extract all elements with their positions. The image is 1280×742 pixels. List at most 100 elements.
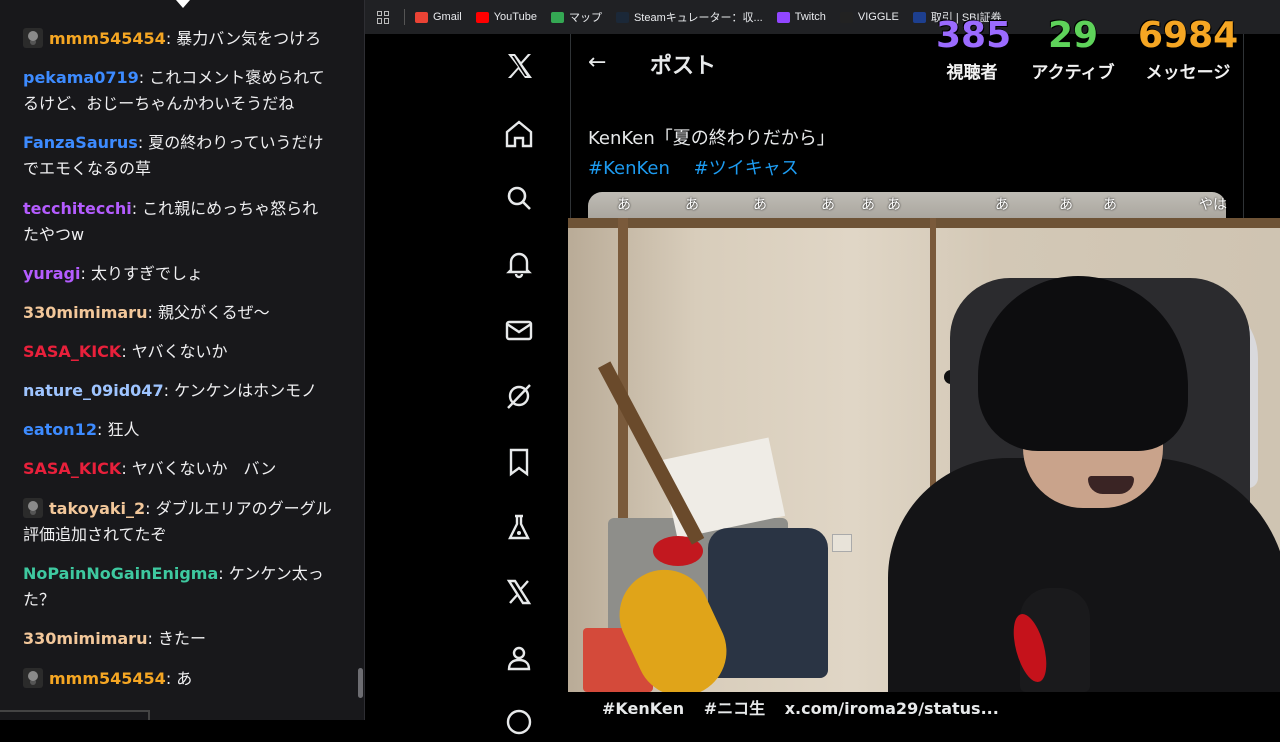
active-stat: 29 アクティブ — [1024, 14, 1122, 83]
x-sidebar-nav — [365, 34, 571, 735]
hashtag-link[interactable]: #ツイキャス — [694, 158, 799, 179]
notifications-bell-icon[interactable] — [503, 248, 535, 280]
bookmark-label: YouTube — [493, 11, 537, 23]
user-badge-icon[interactable] — [23, 28, 43, 48]
bookmark-item[interactable]: マップ — [550, 9, 602, 25]
chat-username[interactable]: nature_09id047 — [23, 381, 164, 400]
chat-separator: : — [121, 342, 132, 361]
search-icon[interactable] — [503, 182, 535, 214]
chat-message: eaton12: 狂人 — [23, 417, 333, 443]
chat-separator: : — [147, 629, 158, 648]
messages-mail-icon[interactable] — [503, 314, 535, 346]
chat-message: mmm545454: あ — [23, 666, 333, 692]
chat-dropdown-caret-icon[interactable] — [176, 0, 190, 8]
viggle-icon — [839, 11, 853, 23]
chat-username[interactable]: 330mimimaru — [23, 303, 147, 322]
chat-separator: : — [137, 133, 149, 152]
chat-username[interactable]: pekama0719 — [23, 68, 139, 87]
chat-username[interactable]: mmm545454 — [49, 29, 166, 48]
danmaku-comment: やは — [1199, 197, 1227, 213]
jobs-flask-icon[interactable] — [503, 512, 535, 544]
more-icon[interactable] — [503, 706, 535, 738]
user-badge-icon[interactable] — [23, 668, 43, 688]
chat-username[interactable]: mmm545454 — [49, 669, 166, 688]
chat-username[interactable]: yuragi — [23, 264, 80, 283]
chat-separator: : — [165, 669, 177, 688]
chat-text: 狂人 — [107, 420, 140, 439]
back-arrow-icon[interactable]: ← — [588, 50, 606, 75]
hashtag-link[interactable]: #KenKen — [588, 158, 670, 179]
chat-username[interactable]: NoPainNoGainEnigma — [23, 564, 218, 583]
premium-x-icon[interactable] — [503, 576, 535, 608]
danmaku-comment: あ — [685, 197, 699, 213]
x-logo-icon[interactable] — [503, 50, 535, 82]
chat-username[interactable]: FanzaSaurus — [23, 133, 138, 152]
ticker-item: #ニコ生 — [703, 699, 766, 718]
post-hashtags: #KenKen #ツイキャス — [588, 154, 817, 180]
ticker-item: x.com/iroma29/status... — [784, 699, 999, 718]
bookmarks-separator — [404, 9, 405, 25]
bookmark-label: VIGGLE — [857, 11, 899, 23]
chat-text: あ — [176, 669, 193, 688]
chat-separator: : — [147, 303, 158, 322]
chat-message: mmm545454: 暴力バン気をつけろ — [23, 26, 333, 52]
chat-username[interactable]: SASA_KICK — [23, 459, 121, 478]
chat-username[interactable]: SASA_KICK — [23, 342, 121, 361]
chat-text: 太りすぎでしょ — [90, 264, 203, 283]
streamer-mouth — [1088, 476, 1134, 494]
grok-icon[interactable] — [503, 380, 535, 412]
steam-icon — [615, 11, 629, 23]
viewers-label: 視聴者 — [946, 63, 998, 83]
user-badge-icon[interactable] — [23, 498, 43, 518]
home-icon[interactable] — [503, 118, 535, 150]
chat-separator: : — [96, 420, 108, 439]
post-text: KenKen「夏の終わりだから」 — [588, 128, 835, 149]
bookmark-icon[interactable] — [503, 446, 535, 478]
chat-text: 親父がくるぜ〜 — [157, 303, 270, 322]
chat-scrollbar[interactable] — [358, 668, 363, 698]
chat-message: SASA_KICK: ヤバくないか バン — [23, 456, 333, 482]
chat-text: 暴力バン気をつけろ — [176, 29, 322, 48]
chat-panel: mmm545454: 暴力バン気をつけろ pekama0719: これコメント褒め… — [0, 0, 365, 720]
bookmark-item[interactable]: Twitch — [776, 11, 826, 23]
chat-message: nature_09id047: ケンケンはホンモノ — [23, 378, 333, 404]
chat-username[interactable]: eaton12 — [23, 420, 97, 439]
chat-separator: : — [121, 459, 132, 478]
danmaku-comment: あ — [821, 197, 835, 213]
bookmark-item[interactable]: Steamキュレーター：収... — [615, 9, 763, 25]
chat-message: tecchitecchi: これ親にめっちゃ怒られたやつw — [23, 196, 333, 248]
viewers-stat: 385 視聴者 — [936, 14, 1011, 83]
chat-username[interactable]: tecchitecchi — [23, 199, 132, 218]
active-label: アクティブ — [1031, 63, 1115, 83]
bookmark-item[interactable]: Gmail — [415, 11, 462, 23]
profile-icon[interactable] — [503, 642, 535, 674]
webcam-feed — [568, 218, 1280, 692]
page-title: ポスト — [650, 54, 717, 79]
danmaku-comment: あ — [995, 197, 1009, 213]
bookmark-item[interactable]: VIGGLE — [839, 11, 899, 23]
gmail-icon — [415, 11, 428, 23]
bottom-ticker: #KenKen #ニコ生 x.com/iroma29/status... — [568, 692, 1280, 720]
messages-stat: 6984 メッセージ — [1138, 14, 1238, 83]
door-lintel — [568, 218, 1280, 228]
danmaku-comment: あ — [1103, 197, 1117, 213]
chat-message: 330mimimaru: きたー — [23, 626, 333, 652]
chat-message: takoyaki_2: ダブルエリアのグーグル評価追加されてたぞ — [23, 496, 333, 548]
chat-separator: : — [165, 29, 177, 48]
bookmark-item[interactable]: YouTube — [475, 11, 537, 23]
maps-icon — [550, 11, 564, 23]
chat-username[interactable]: 330mimimaru — [23, 629, 147, 648]
active-count: 29 — [1047, 15, 1099, 56]
chat-separator: : — [218, 564, 229, 583]
danmaku-comment: あ — [861, 197, 875, 213]
messages-label: メッセージ — [1145, 63, 1231, 83]
chat-text: きたー — [157, 629, 206, 648]
apps-grid-icon[interactable] — [377, 10, 390, 24]
light-switch — [832, 534, 852, 552]
chat-separator: : — [138, 68, 150, 87]
chat-message: FanzaSaurus: 夏の終わりっていうだけでエモくなるの草 — [23, 130, 333, 182]
danmaku-comment: あ — [887, 197, 901, 213]
chat-text: ヤバくないか — [131, 342, 228, 361]
chat-username[interactable]: takoyaki_2 — [49, 499, 145, 518]
danmaku-comment: あ — [617, 197, 631, 213]
